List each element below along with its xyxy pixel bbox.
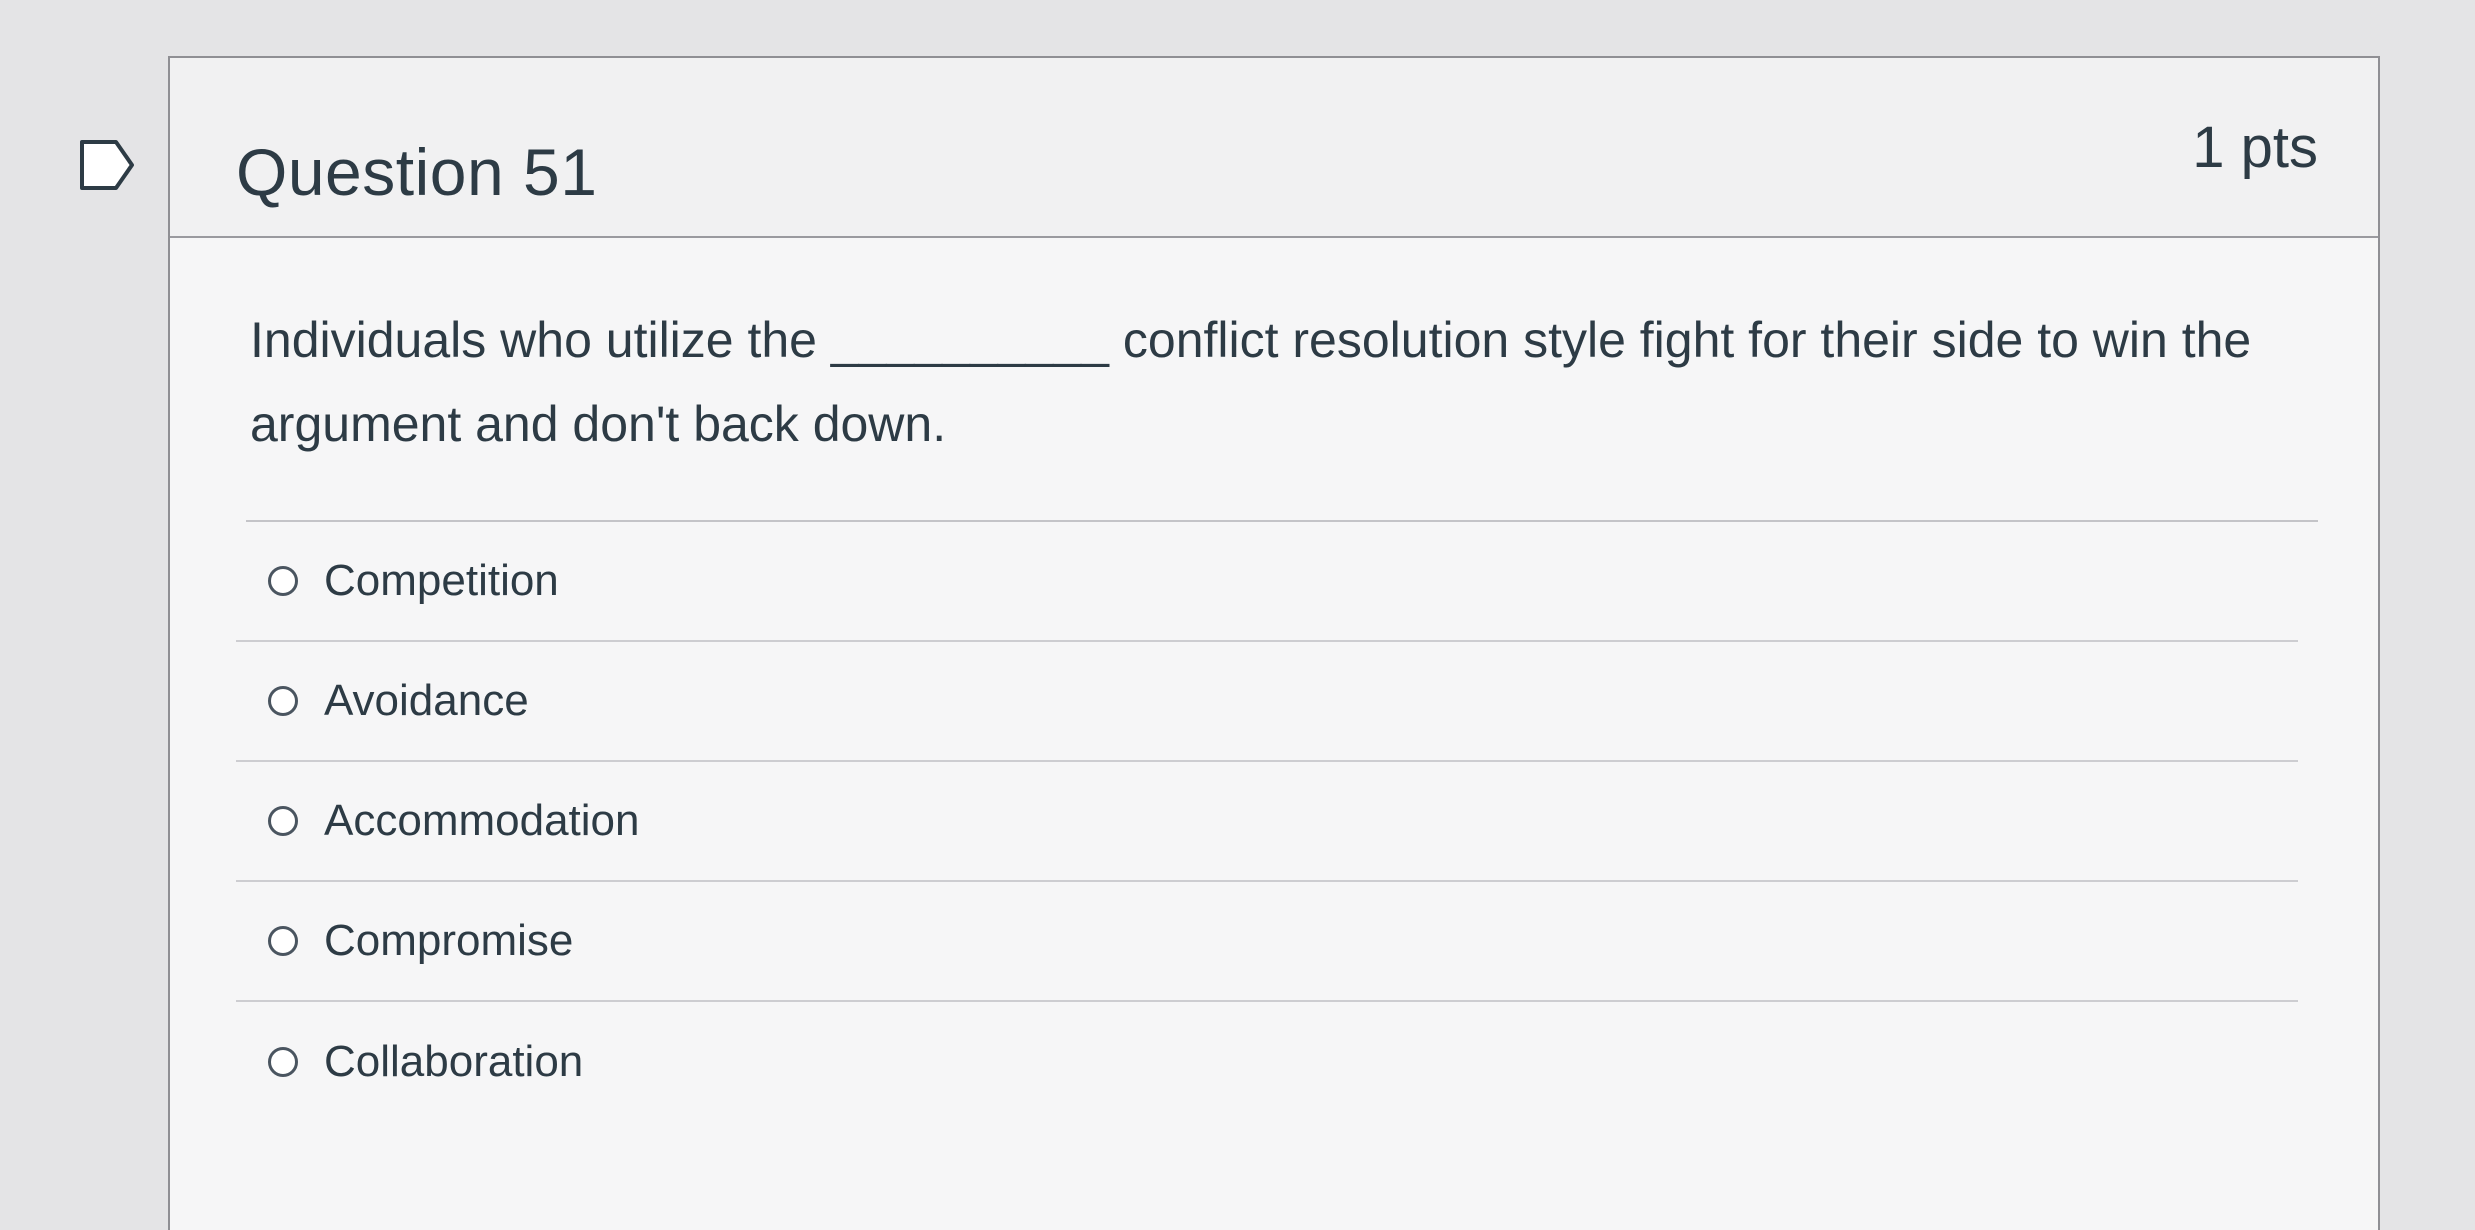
answer-label: Competition [324,556,559,605]
question-text-start: Individuals who utilize the [250,312,817,368]
radio-button[interactable] [268,806,298,836]
question-blank: __________ [830,312,1109,368]
answer-option-avoidance[interactable]: Avoidance [236,642,2298,762]
answer-label: Avoidance [324,676,529,725]
answer-option-competition[interactable]: Competition [236,522,2298,642]
answer-label: Collaboration [324,1037,584,1086]
question-card: Question 51 1 pts Individuals who utiliz… [168,56,2380,1230]
radio-button[interactable] [268,566,298,596]
answer-option-collaboration[interactable]: Collaboration [236,1002,2298,1122]
radio-button[interactable] [268,926,298,956]
question-text: Individuals who utilize the __________ c… [236,298,2298,466]
flag-question-icon[interactable] [78,138,136,192]
answer-label: Compromise [324,916,574,965]
question-body: Individuals who utilize the __________ c… [236,298,2318,1230]
question-points: 1 pts [2192,115,2318,180]
radio-button[interactable] [268,686,298,716]
question-header: Question 51 1 pts [170,58,2378,238]
radio-button[interactable] [268,1047,298,1077]
answer-list: Competition Avoidance Accommodation Comp… [236,522,2298,1122]
answer-label: Accommodation [324,796,640,845]
answer-option-compromise[interactable]: Compromise [236,882,2298,1002]
answer-option-accommodation[interactable]: Accommodation [236,762,2298,882]
question-title: Question 51 [236,135,598,209]
